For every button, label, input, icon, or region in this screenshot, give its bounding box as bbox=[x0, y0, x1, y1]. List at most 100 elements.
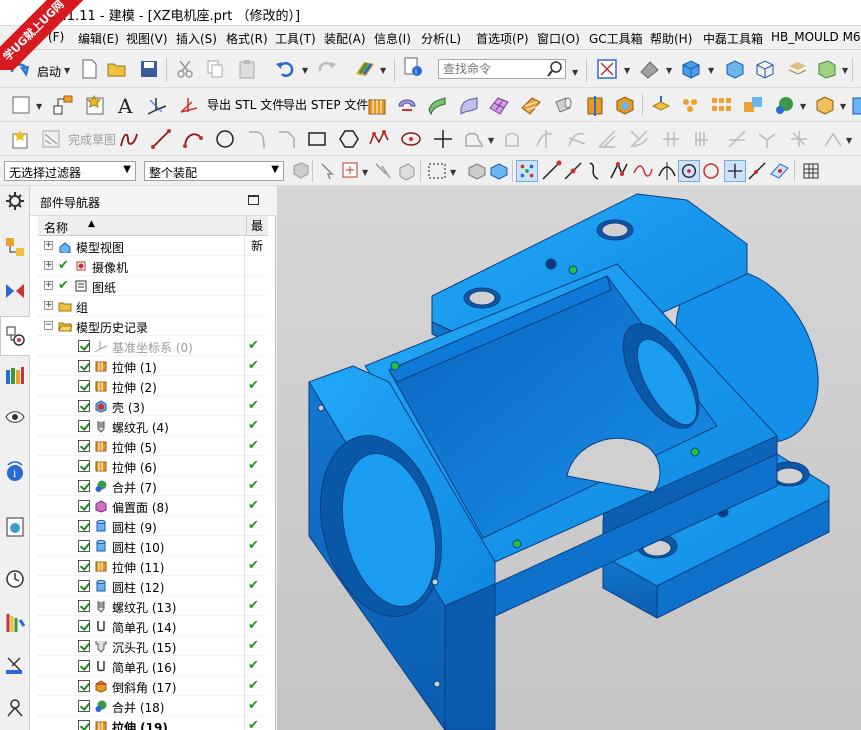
tree-row[interactable]: + 模型视图 bbox=[38, 236, 268, 256]
edit-object-display-icon[interactable] bbox=[354, 58, 376, 80]
tree-row[interactable]: + 组 bbox=[38, 296, 268, 316]
feature-checkbox[interactable] bbox=[78, 600, 90, 612]
arc-center-icon[interactable] bbox=[678, 160, 700, 182]
column-latest[interactable]: 最新 bbox=[246, 216, 268, 253]
text-icon[interactable]: A bbox=[116, 94, 138, 116]
feature-checkbox[interactable] bbox=[78, 680, 90, 692]
menu-item-12[interactable]: 帮助(H) bbox=[650, 30, 692, 47]
feature-checkbox[interactable] bbox=[78, 580, 90, 592]
filter-settings-icon[interactable] bbox=[290, 160, 312, 182]
point-on-face-icon[interactable] bbox=[768, 160, 790, 182]
tree-row[interactable]: 壳 (3) ✔ bbox=[38, 396, 268, 416]
feature-checkbox[interactable] bbox=[78, 700, 90, 712]
expand-toggle-icon[interactable]: + bbox=[44, 301, 53, 310]
end-point-icon[interactable] bbox=[540, 160, 562, 182]
chevron-down-icon[interactable]: ▼ bbox=[380, 66, 386, 75]
bounded-plane-icon[interactable] bbox=[520, 94, 542, 116]
constraint-navigator-icon[interactable] bbox=[4, 280, 26, 302]
point-icon[interactable] bbox=[178, 94, 200, 116]
chevron-down-icon[interactable]: ▼ bbox=[666, 66, 672, 75]
tree-row[interactable]: 拉伸 (11) ✔ bbox=[38, 556, 268, 576]
feature-checkbox[interactable] bbox=[78, 340, 90, 352]
feature-checkbox[interactable] bbox=[78, 460, 90, 472]
graphics-window[interactable] bbox=[277, 186, 861, 730]
tree-row[interactable]: + ✔ 摄像机 bbox=[38, 256, 268, 276]
selection-scope-select[interactable]: 整个装配 ▼ bbox=[144, 161, 284, 181]
sweep-icon[interactable] bbox=[426, 94, 448, 116]
tree-row[interactable]: 倒斜角 (17) ✔ bbox=[38, 676, 268, 696]
save-icon[interactable] bbox=[138, 58, 160, 80]
column-name[interactable]: 名称 bbox=[44, 219, 68, 236]
sketch-icon[interactable] bbox=[10, 94, 32, 116]
tangent-point-icon[interactable] bbox=[656, 160, 678, 182]
feature-checkbox[interactable] bbox=[78, 360, 90, 372]
gear-icon[interactable] bbox=[4, 190, 26, 212]
feature-checkbox[interactable] bbox=[78, 500, 90, 512]
menu-item-11[interactable]: GC工具箱 bbox=[589, 30, 643, 47]
mirror-feature-icon[interactable] bbox=[680, 94, 702, 116]
tree-row[interactable]: 沉头孔 (15) ✔ bbox=[38, 636, 268, 656]
block-icon[interactable] bbox=[614, 94, 636, 116]
display-constraints-icon[interactable] bbox=[788, 128, 810, 150]
studio-spline-icon[interactable] bbox=[368, 128, 390, 150]
select-sheet-icon[interactable] bbox=[488, 160, 510, 182]
chevron-down-icon[interactable]: ▼ bbox=[488, 136, 494, 145]
split-body-icon[interactable] bbox=[584, 94, 606, 116]
menu-item-5[interactable]: 工具(T) bbox=[275, 30, 316, 47]
layer-icon[interactable] bbox=[786, 58, 808, 80]
chevron-down-icon[interactable]: ▼ bbox=[846, 136, 852, 145]
revolve-icon[interactable] bbox=[396, 94, 418, 116]
menu-item-2[interactable]: 视图(V) bbox=[126, 30, 168, 47]
assembly-structure-icon[interactable] bbox=[52, 94, 74, 116]
tree-row[interactable]: 偏置面 (8) ✔ bbox=[38, 496, 268, 516]
tree-row[interactable]: 圆柱 (9) ✔ bbox=[38, 516, 268, 536]
menu-item-3[interactable]: 插入(S) bbox=[176, 30, 217, 47]
mirror-curve-icon[interactable] bbox=[534, 128, 556, 150]
finish-sketch-icon[interactable] bbox=[40, 128, 62, 150]
feature-checkbox[interactable] bbox=[78, 560, 90, 572]
shaded-view-icon[interactable] bbox=[680, 58, 702, 80]
tree-row[interactable]: 拉伸 (19) ✔ bbox=[38, 716, 268, 730]
circle-quadrant-icon[interactable] bbox=[700, 160, 722, 182]
menu-item-4[interactable]: 格式(R) bbox=[226, 30, 268, 47]
tree-row[interactable]: 简单孔 (14) ✔ bbox=[38, 616, 268, 636]
tree-row[interactable]: 螺纹孔 (4) ✔ bbox=[38, 416, 268, 436]
export-stl-button[interactable]: 导出 STL 文件 bbox=[207, 96, 284, 113]
system-materials-icon[interactable] bbox=[4, 612, 26, 634]
web-browser-icon[interactable] bbox=[4, 516, 26, 538]
pattern-curve-icon[interactable] bbox=[502, 128, 524, 150]
tree-row[interactable]: 拉伸 (1) ✔ bbox=[38, 356, 268, 376]
eye-icon[interactable] bbox=[4, 406, 26, 428]
tree-row[interactable]: 拉伸 (5) ✔ bbox=[38, 436, 268, 456]
control-point-icon[interactable] bbox=[584, 160, 606, 182]
point-cross-icon[interactable] bbox=[432, 128, 454, 150]
reuse-library-icon[interactable] bbox=[4, 364, 26, 386]
existing-point-icon[interactable] bbox=[724, 160, 746, 182]
feature-checkbox[interactable] bbox=[78, 380, 90, 392]
polygon-icon[interactable] bbox=[338, 128, 360, 150]
pattern-feature-icon[interactable] bbox=[650, 94, 672, 116]
copy-icon[interactable] bbox=[204, 58, 226, 80]
rectangle-icon[interactable] bbox=[306, 128, 328, 150]
cut-icon[interactable] bbox=[174, 58, 196, 80]
feature-checkbox[interactable] bbox=[78, 440, 90, 452]
maximize-icon[interactable] bbox=[248, 195, 259, 205]
chamfer-icon[interactable] bbox=[276, 128, 298, 150]
quick-trim-icon[interactable] bbox=[628, 128, 650, 150]
export-step-button[interactable]: 导出 STEP 文件 bbox=[283, 96, 368, 113]
rapid-dimension-icon[interactable] bbox=[756, 128, 778, 150]
feature-checkbox[interactable] bbox=[78, 640, 90, 652]
unite-icon[interactable] bbox=[774, 94, 796, 116]
tube-icon[interactable] bbox=[552, 94, 574, 116]
grid-icon[interactable] bbox=[800, 160, 822, 182]
cube-view-icon[interactable] bbox=[724, 58, 746, 80]
menu-item-9[interactable]: 首选项(P) bbox=[476, 30, 529, 47]
circle-icon[interactable] bbox=[214, 128, 236, 150]
snap-enable-icon[interactable] bbox=[516, 160, 538, 182]
offset-curve-icon[interactable] bbox=[462, 128, 484, 150]
settings-icon[interactable] bbox=[84, 94, 106, 116]
fit-view-icon[interactable] bbox=[596, 58, 618, 80]
motor-mount-model[interactable] bbox=[277, 186, 861, 730]
feature-checkbox[interactable] bbox=[78, 420, 90, 432]
tree-row[interactable]: 螺纹孔 (13) ✔ bbox=[38, 596, 268, 616]
